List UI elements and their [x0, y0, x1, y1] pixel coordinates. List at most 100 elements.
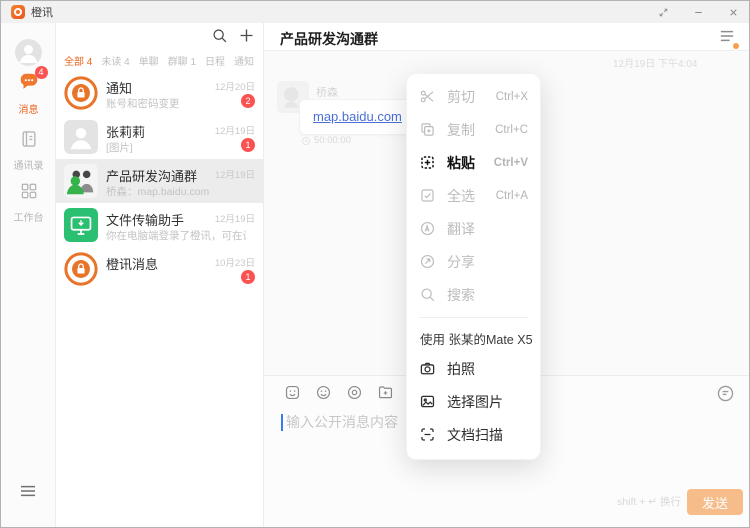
sidebar-item-label: 消息: [1, 101, 56, 116]
chat-preview: 桥森：map.baidu.com: [106, 184, 209, 199]
chat-name: 文件传输助手: [106, 210, 184, 229]
menu-item-copy[interactable]: 复制 Ctrl+C: [407, 113, 540, 146]
app-window: 橙讯 4 消息 通讯录 工作台: [0, 0, 750, 528]
tab-schedule[interactable]: 日程: [205, 53, 225, 68]
app-title: 橙讯: [31, 4, 53, 20]
minimize-icon[interactable]: [693, 7, 704, 18]
contacts-book-icon: [19, 129, 39, 154]
message-timer: 50:00:00: [301, 135, 351, 146]
sidebar-item-contacts[interactable]: 通讯录: [1, 129, 56, 172]
menu-item-label: 文档扫描: [447, 425, 528, 445]
chat-time: 12月19日: [215, 211, 255, 225]
unread-badge: 2: [241, 94, 255, 108]
menu-item-cut[interactable]: 剪切 Ctrl+X: [407, 80, 540, 113]
menu-item-label: 选择图片: [447, 392, 528, 412]
menu-item-shortcut: Ctrl+A: [496, 190, 528, 202]
menu-divider: [419, 317, 528, 318]
menu-item-label: 翻译: [447, 219, 528, 239]
chat-title: 产品研发沟通群: [280, 29, 378, 49]
chat-time: 12月19日: [215, 123, 255, 137]
date-stamp: 12月19日 下午4:04: [613, 55, 698, 70]
group-avatar: [64, 164, 98, 198]
lock-avatar: [64, 252, 98, 286]
chat-bubble-icon: 4: [18, 71, 40, 98]
unread-badge: 1: [241, 270, 255, 284]
restore-icon[interactable]: [658, 7, 669, 18]
menu-item-doc-scan[interactable]: 文档扫描: [407, 418, 540, 451]
emoji-icon[interactable]: [315, 384, 332, 406]
menu-item-shortcut: Ctrl+X: [496, 91, 528, 103]
list-item-notifications[interactable]: 通知 账号和密码变更 12月20日 2: [56, 71, 263, 115]
messages-badge: 4: [35, 66, 48, 79]
group-menu-badge-dot: [733, 43, 739, 49]
group-menu-icon[interactable]: [719, 29, 737, 48]
nav-sidebar: 4 消息 通讯录 工作台: [1, 23, 56, 527]
chat-preview: [图片]: [106, 140, 133, 155]
menu-item-search[interactable]: 搜索: [407, 278, 540, 311]
chat-list-panel: 全部 4 未读 4 单聊 群聊 1 日程 通知 通知 账号和密码变更 12月20…: [56, 23, 264, 527]
message-sender: 桥森: [316, 84, 338, 100]
main-menu-icon[interactable]: [19, 484, 37, 503]
sidebar-item-label: 通讯录: [1, 157, 56, 172]
menu-item-choose-image[interactable]: 选择图片: [407, 385, 540, 418]
context-menu: 剪切 Ctrl+X 复制 Ctrl+C 粘贴 Ctrl+V 全选 Ctrl+A …: [406, 73, 541, 460]
menu-item-select-all[interactable]: 全选 Ctrl+A: [407, 179, 540, 212]
tab-groups[interactable]: 群聊 1: [168, 53, 196, 68]
workbench-grid-icon: [19, 181, 39, 206]
chat-header: 产品研发沟通群: [264, 23, 749, 51]
chat-filter-tabs: 全部 4 未读 4 单聊 群聊 1 日程 通知: [64, 53, 257, 68]
message-input[interactable]: 输入公开消息内容: [281, 412, 398, 432]
message-link[interactable]: map.baidu.com: [313, 109, 402, 124]
list-item-zhanglili[interactable]: 张莉莉 [图片] 12月19日 1: [56, 115, 263, 159]
menu-item-label: 搜索: [447, 285, 528, 305]
menu-item-share[interactable]: 分享: [407, 245, 540, 278]
tab-notice[interactable]: 通知: [234, 53, 254, 68]
tab-unread[interactable]: 未读 4: [101, 53, 129, 68]
sidebar-item-messages[interactable]: 4 消息: [1, 71, 56, 116]
chat-name: 橙讯消息: [106, 254, 158, 273]
text-cursor: [281, 414, 283, 431]
tab-direct[interactable]: 单聊: [139, 53, 159, 68]
person-avatar: [64, 120, 98, 154]
send-shortcut-hint: shift + ↵ 换行: [617, 494, 681, 509]
file-icon[interactable]: [377, 384, 394, 406]
chat-history-icon[interactable]: [716, 384, 735, 408]
chat-name: 张莉莉: [106, 122, 145, 141]
titlebar: 橙讯: [1, 1, 749, 23]
menu-item-shortcut: Ctrl+C: [495, 124, 528, 136]
menu-section-header: 使用 张某的Mate X5: [407, 324, 540, 352]
menu-item-paste[interactable]: 粘贴 Ctrl+V: [407, 146, 540, 179]
chat-time: 10月23日: [215, 255, 255, 269]
message-bubble[interactable]: map.baidu.com: [299, 99, 416, 135]
menu-item-label: 粘贴: [447, 153, 483, 173]
user-avatar[interactable]: [15, 39, 42, 66]
list-item-file-transfer[interactable]: 文件传输助手 你在电脑端登录了橙讯，可在设... 12月19日: [56, 203, 263, 247]
unread-badge: 1: [241, 138, 255, 152]
message-timer-text: 50:00:00: [314, 135, 351, 146]
add-chat-icon[interactable]: [238, 27, 255, 49]
search-icon[interactable]: [211, 27, 228, 49]
menu-item-shortcut: Ctrl+V: [494, 157, 528, 169]
close-icon[interactable]: [728, 7, 739, 18]
chat-time: 12月19日: [215, 167, 255, 181]
send-button[interactable]: 发送: [687, 489, 743, 515]
sidebar-item-label: 工作台: [1, 209, 56, 224]
chat-name: 产品研发沟通群: [106, 166, 197, 185]
list-item-chengxun-messages[interactable]: 橙讯消息 10月23日 1: [56, 247, 263, 291]
list-item-product-group[interactable]: 产品研发沟通群 桥森：map.baidu.com 12月19日: [56, 159, 263, 203]
menu-item-label: 剪切: [447, 87, 485, 107]
lock-avatar: [64, 76, 98, 110]
sticker-icon[interactable]: [284, 384, 301, 406]
chat-preview: 账号和密码变更: [106, 96, 180, 111]
app-logo-icon: [11, 5, 25, 19]
chat-time: 12月20日: [215, 79, 255, 93]
menu-item-translate[interactable]: 翻译: [407, 212, 540, 245]
screen-capture-icon[interactable]: [346, 384, 363, 406]
tab-all[interactable]: 全部 4: [64, 53, 92, 68]
menu-item-label: 拍照: [447, 359, 528, 379]
menu-item-take-photo[interactable]: 拍照: [407, 352, 540, 385]
sidebar-item-workbench[interactable]: 工作台: [1, 181, 56, 224]
menu-item-label: 全选: [447, 186, 485, 206]
input-placeholder: 输入公开消息内容: [286, 412, 398, 432]
chat-preview: 你在电脑端登录了橙讯，可在设...: [106, 228, 246, 243]
